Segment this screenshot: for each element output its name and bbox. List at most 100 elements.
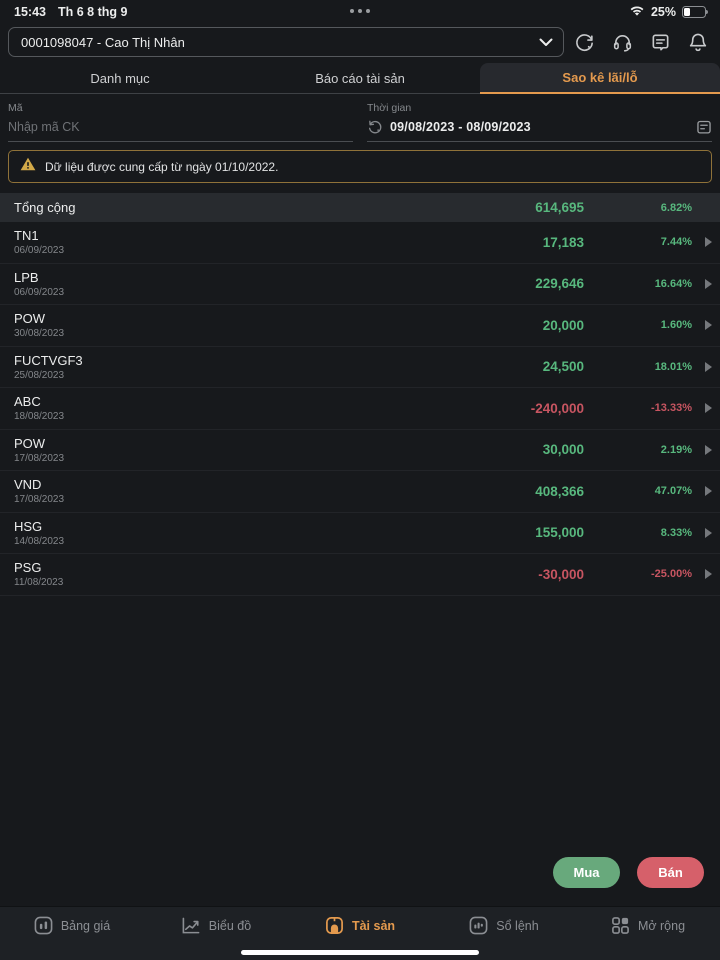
period-filter-field[interactable]: Thời gian 09/08/2023 - 08/09/2023 (367, 102, 712, 142)
battery-percent: 25% (651, 5, 676, 19)
row-percent: 7.44% (584, 236, 692, 248)
chart-line-icon (181, 916, 201, 935)
total-value: 614,695 (374, 200, 584, 215)
row-date: 11/08/2023 (14, 577, 374, 588)
row-value: 24,500 (374, 359, 584, 374)
account-selector[interactable]: 0001098047 - Cao Thị Nhân (8, 27, 564, 57)
home-indicator[interactable] (241, 950, 479, 955)
account-row: 0001098047 - Cao Thị Nhân (0, 22, 720, 63)
row-symbol: VND (14, 477, 374, 492)
clock: 15:43 (14, 5, 46, 19)
row-detail-arrow-icon[interactable] (692, 403, 712, 413)
table-row[interactable]: FUCTVGF3 25/08/2023 24,500 18.01% (0, 347, 720, 389)
row-symbol: FUCTVGF3 (14, 353, 374, 368)
row-detail-arrow-icon[interactable] (692, 362, 712, 372)
row-symbol: LPB (14, 270, 374, 285)
battery-icon (682, 6, 706, 18)
row-detail-arrow-icon[interactable] (692, 486, 712, 496)
row-percent: 18.01% (584, 361, 692, 373)
row-value: -240,000 (374, 401, 584, 416)
feedback-note-icon[interactable] (650, 32, 671, 53)
asset-tabs: Danh mục Báo cáo tài sản Sao kê lãi/lỗ (0, 63, 720, 94)
row-value: 20,000 (374, 318, 584, 333)
row-value: 408,366 (374, 484, 584, 499)
data-warning-banner: Dữ liệu được cung cấp từ ngày 01/10/2022… (8, 150, 712, 183)
table-total-row: Tổng cộng 614,695 6.82% (0, 193, 720, 222)
row-value: -30,000 (374, 567, 584, 582)
tab-bao-cao-tai-san[interactable]: Báo cáo tài sản (240, 63, 480, 94)
row-detail-arrow-icon[interactable] (692, 237, 712, 247)
table-row[interactable]: LPB06/09/2023 229,646 16.64% (0, 264, 720, 306)
table-row[interactable]: VND 17/08/2023 408,366 47.07% (0, 471, 720, 513)
refresh-icon[interactable] (574, 32, 595, 53)
row-detail-arrow-icon[interactable] (692, 569, 712, 579)
bell-icon[interactable] (688, 32, 708, 53)
nav-bang-gia[interactable]: Bảng giá (0, 916, 144, 935)
reset-period-icon[interactable] (367, 119, 383, 135)
row-date: 06/09/2023 (14, 287, 374, 298)
row-value: 17,183 (374, 235, 584, 250)
grid-more-icon (611, 916, 630, 935)
table-row[interactable]: ABC18/08/2023 -240,000 -13.33% (0, 388, 720, 430)
row-symbol: PSG (14, 560, 374, 575)
filter-bar: Mã Nhập mã CK Thời gian 09/08/2023 - 08/… (0, 94, 720, 142)
row-detail-arrow-icon[interactable] (692, 279, 712, 289)
order-actions: Mua Bán (0, 857, 720, 906)
status-date: Th 6 8 thg 9 (58, 5, 127, 19)
row-detail-arrow-icon[interactable] (692, 445, 712, 455)
row-symbol: TN1 (14, 228, 374, 243)
row-value: 155,000 (374, 525, 584, 540)
warning-icon (20, 157, 36, 176)
trading-app: 15:43 Th 6 8 thg 9 25% 0001098047 - Cao … (0, 0, 720, 960)
table-row[interactable]: POW17/08/2023 30,000 2.19% (0, 430, 720, 472)
row-date: 17/08/2023 (14, 494, 374, 505)
nav-mo-rong[interactable]: Mở rộng (576, 916, 720, 935)
calendar-icon[interactable] (696, 119, 712, 135)
account-selector-value: 0001098047 - Cao Thị Nhân (21, 35, 539, 50)
tab-sao-ke-lai-lo[interactable]: Sao kê lãi/lỗ (480, 63, 720, 94)
row-detail-arrow-icon[interactable] (692, 320, 712, 330)
multitask-dots-icon (350, 9, 370, 13)
row-percent: -25.00% (584, 568, 692, 580)
symbol-filter-label: Mã (8, 102, 353, 114)
tab-danh-muc[interactable]: Danh mục (0, 63, 240, 94)
row-date: 25/08/2023 (14, 370, 374, 381)
row-date: 06/09/2023 (14, 245, 374, 256)
period-value[interactable]: 09/08/2023 - 08/09/2023 (390, 120, 689, 134)
row-detail-arrow-icon[interactable] (692, 528, 712, 538)
row-percent: 16.64% (584, 278, 692, 290)
wallet-icon (325, 916, 344, 935)
nav-so-lenh[interactable]: Sổ lệnh (432, 916, 576, 935)
wifi-icon (629, 5, 645, 20)
period-filter-label: Thời gian (367, 102, 712, 114)
nav-tai-san[interactable]: Tài sản (288, 916, 432, 935)
row-date: 18/08/2023 (14, 411, 374, 422)
table-row[interactable]: TN1 06/09/2023 17,183 7.44% (0, 222, 720, 264)
chevron-down-icon (539, 35, 553, 50)
status-bar: 15:43 Th 6 8 thg 9 25% (0, 0, 720, 22)
row-value: 30,000 (374, 442, 584, 457)
total-percent: 6.82% (584, 202, 692, 214)
row-percent: 47.07% (584, 485, 692, 497)
row-date: 17/08/2023 (14, 453, 374, 464)
support-headset-icon[interactable] (612, 32, 633, 53)
price-board-icon (34, 916, 53, 935)
row-percent: -13.33% (584, 402, 692, 414)
table-row[interactable]: PSG 11/08/2023 -30,000 -25.00% (0, 554, 720, 596)
row-symbol: POW (14, 311, 374, 326)
buy-button[interactable]: Mua (553, 857, 620, 888)
symbol-filter-field[interactable]: Mã Nhập mã CK (8, 102, 353, 142)
row-symbol: HSG (14, 519, 374, 534)
table-row[interactable]: POW 30/08/2023 20,000 1.60% (0, 305, 720, 347)
sell-button[interactable]: Bán (637, 857, 704, 888)
row-date: 14/08/2023 (14, 536, 374, 547)
row-date: 30/08/2023 (14, 328, 374, 339)
symbol-input[interactable]: Nhập mã CK (8, 120, 80, 134)
table-row[interactable]: HSG14/08/2023 155,000 8.33% (0, 513, 720, 555)
nav-bieu-do[interactable]: Biểu đồ (144, 916, 288, 935)
order-book-icon (469, 916, 488, 935)
row-percent: 1.60% (584, 319, 692, 331)
bottom-nav: Bảng giá Biểu đồ Tài sản Sổ lệnh Mở rộng (0, 906, 720, 960)
warning-text: Dữ liệu được cung cấp từ ngày 01/10/2022… (45, 160, 278, 174)
row-percent: 2.19% (584, 444, 692, 456)
